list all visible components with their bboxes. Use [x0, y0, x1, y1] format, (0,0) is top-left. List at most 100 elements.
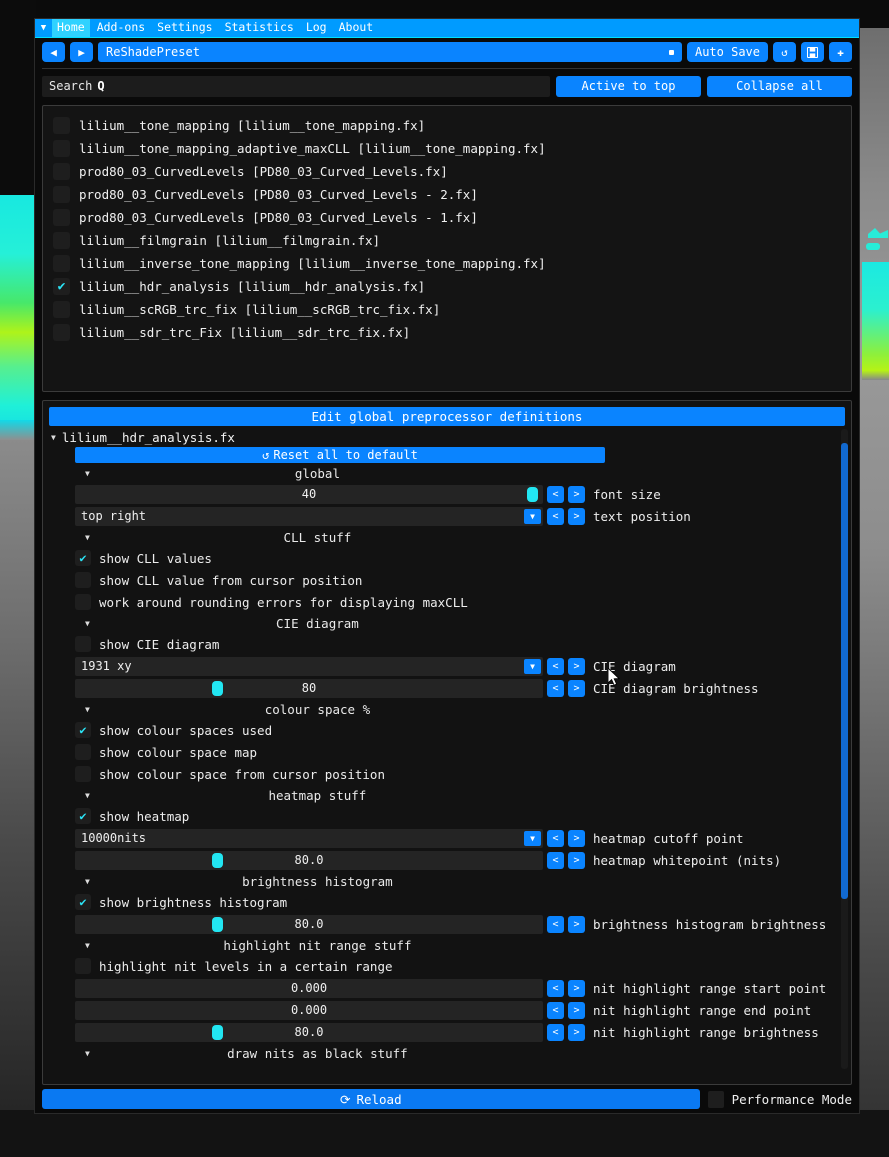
performance-mode-checkbox[interactable]: [707, 1090, 724, 1108]
row-show-colour-space-map[interactable]: show colour space map: [49, 741, 845, 763]
shader-list-item[interactable]: prod80_03_CurvedLevels [PD80_03_Curved_L…: [47, 206, 847, 229]
shader-list-item[interactable]: prod80_03_CurvedLevels [PD80_03_Curved_L…: [47, 183, 847, 206]
show-cll-cursor-checkbox[interactable]: [75, 572, 91, 588]
show-histogram-checkbox-checked[interactable]: ✔: [75, 894, 91, 910]
section-draw-black[interactable]: ▼ draw nits as black stuff: [49, 1043, 845, 1063]
shader-list-item[interactable]: lilium__filmgrain [lilium__filmgrain.fx]: [47, 229, 847, 252]
tab-statistics[interactable]: Statistics: [219, 19, 299, 37]
reset-icon[interactable]: ↺: [773, 42, 796, 62]
shader-checkbox[interactable]: [53, 301, 70, 318]
row-rounding-errors[interactable]: work around rounding errors for displayi…: [49, 591, 845, 613]
shader-list-item[interactable]: lilium__sdr_trc_Fix [lilium__sdr_trc_fix…: [47, 321, 847, 344]
shader-checkbox[interactable]: [53, 163, 70, 180]
slider-handle[interactable]: [527, 486, 538, 502]
collapse-menu-icon[interactable]: ▼: [35, 19, 52, 37]
shader-list-panel[interactable]: lilium__tone_mapping [lilium__tone_mappi…: [42, 105, 852, 392]
active-to-top-button[interactable]: Active to top: [556, 75, 701, 97]
scrollbar-thumb[interactable]: [841, 443, 848, 899]
shader-list-item[interactable]: lilium__inverse_tone_mapping [lilium__in…: [47, 252, 847, 275]
row-show-cie[interactable]: show CIE diagram: [49, 633, 845, 655]
show-colour-spaces-used-checkbox-checked[interactable]: ✔: [75, 722, 91, 738]
shader-list-item[interactable]: ✔ lilium__hdr_analysis [lilium__hdr_anal…: [47, 275, 847, 298]
histogram-brightness-increment[interactable]: >: [568, 915, 585, 933]
cie-diagram-decrement[interactable]: <: [547, 657, 564, 675]
nit-range-end-slider[interactable]: 0.000: [75, 1000, 543, 1020]
preset-name-field[interactable]: ReShadePreset: [98, 42, 682, 62]
section-colour-space[interactable]: ▼ colour space %: [49, 699, 845, 719]
rounding-errors-checkbox[interactable]: [75, 594, 91, 610]
reload-button[interactable]: ⟳ Reload: [42, 1089, 700, 1109]
shader-list-item[interactable]: prod80_03_CurvedLevels [PD80_03_Curved_L…: [47, 160, 847, 183]
row-show-cll-cursor[interactable]: show CLL value from cursor position: [49, 569, 845, 591]
nit-range-start-slider[interactable]: 0.000: [75, 978, 543, 998]
row-show-histogram[interactable]: ✔ show brightness histogram: [49, 891, 845, 913]
heatmap-whitepoint-decrement[interactable]: <: [547, 851, 564, 869]
tab-about[interactable]: About: [333, 19, 379, 37]
cie-brightness-slider[interactable]: 80: [75, 678, 543, 698]
nit-range-start-increment[interactable]: >: [568, 979, 585, 997]
shader-list-item[interactable]: lilium__scRGB_trc_fix [lilium__scRGB_trc…: [47, 298, 847, 321]
text-position-decrement[interactable]: <: [547, 507, 564, 525]
shader-checkbox[interactable]: [53, 232, 70, 249]
search-input[interactable]: Search Q: [42, 75, 550, 97]
show-colour-space-map-checkbox[interactable]: [75, 744, 91, 760]
nit-range-brightness-decrement[interactable]: <: [547, 1023, 564, 1041]
tab-home[interactable]: Home: [52, 19, 90, 37]
heatmap-whitepoint-increment[interactable]: >: [568, 851, 585, 869]
histogram-brightness-slider[interactable]: 80.0: [75, 914, 543, 934]
chevron-down-icon[interactable]: ▼: [524, 658, 541, 674]
chevron-down-icon[interactable]: ▼: [524, 830, 541, 846]
heatmap-whitepoint-slider[interactable]: 80.0: [75, 850, 543, 870]
show-cie-checkbox[interactable]: [75, 636, 91, 652]
highlight-nit-levels-checkbox[interactable]: [75, 958, 91, 974]
collapse-all-button[interactable]: Collapse all: [707, 75, 852, 97]
tab-add-ons[interactable]: Add-ons: [91, 19, 151, 37]
shader-list-item[interactable]: lilium__tone_mapping [lilium__tone_mappi…: [47, 114, 847, 137]
font-size-slider[interactable]: 40: [75, 484, 543, 504]
row-show-colour-space-cursor[interactable]: show colour space from cursor position: [49, 763, 845, 785]
definitions-scrollbar[interactable]: [841, 429, 848, 1069]
nit-range-start-decrement[interactable]: <: [547, 979, 564, 997]
slider-handle[interactable]: [212, 680, 223, 696]
cie-brightness-increment[interactable]: >: [568, 679, 585, 697]
shader-list-item[interactable]: lilium__tone_mapping_adaptive_maxCLL [li…: [47, 137, 847, 160]
slider-handle[interactable]: [212, 916, 223, 932]
section-global[interactable]: ▼ global: [49, 463, 845, 483]
shader-checkbox[interactable]: [53, 117, 70, 134]
tab-settings[interactable]: Settings: [152, 19, 218, 37]
row-show-heatmap[interactable]: ✔ show heatmap: [49, 805, 845, 827]
section-histogram[interactable]: ▼ brightness histogram: [49, 871, 845, 891]
section-highlight[interactable]: ▼ highlight nit range stuff: [49, 935, 845, 955]
cie-diagram-dropdown[interactable]: 1931 xy ▼: [75, 656, 543, 676]
shader-checkbox-checked[interactable]: ✔: [53, 278, 70, 295]
auto-save-button[interactable]: Auto Save: [686, 42, 768, 62]
section-cll[interactable]: ▼ CLL stuff: [49, 527, 845, 547]
text-position-increment[interactable]: >: [568, 507, 585, 525]
show-colour-space-cursor-checkbox[interactable]: [75, 766, 91, 782]
save-icon[interactable]: [801, 42, 824, 62]
heatmap-cutoff-increment[interactable]: >: [568, 829, 585, 847]
show-cll-values-checkbox-checked[interactable]: ✔: [75, 550, 91, 566]
shader-checkbox[interactable]: [53, 140, 70, 157]
row-show-cll-values[interactable]: ✔ show CLL values: [49, 547, 845, 569]
previous-preset-icon[interactable]: ◀: [42, 42, 65, 62]
text-position-dropdown[interactable]: top right ▼: [75, 506, 543, 526]
section-heatmap[interactable]: ▼ heatmap stuff: [49, 785, 845, 805]
font-size-increment[interactable]: >: [568, 485, 585, 503]
next-preset-icon[interactable]: ▶: [70, 42, 93, 62]
edit-global-preprocessor-button[interactable]: Edit global preprocessor definitions: [49, 407, 845, 426]
histogram-brightness-decrement[interactable]: <: [547, 915, 564, 933]
shader-checkbox[interactable]: [53, 324, 70, 341]
slider-handle[interactable]: [212, 852, 223, 868]
shader-checkbox[interactable]: [53, 186, 70, 203]
heatmap-cutoff-dropdown[interactable]: 10000nits ▼: [75, 828, 543, 848]
shader-checkbox[interactable]: [53, 209, 70, 226]
cie-brightness-decrement[interactable]: <: [547, 679, 564, 697]
tab-log[interactable]: Log: [300, 19, 332, 37]
nit-range-end-decrement[interactable]: <: [547, 1001, 564, 1019]
add-preset-icon[interactable]: ✚: [829, 42, 852, 62]
reset-all-to-default-button[interactable]: ↺ Reset all to default: [75, 447, 605, 463]
nit-range-brightness-slider[interactable]: 80.0: [75, 1022, 543, 1042]
font-size-decrement[interactable]: <: [547, 485, 564, 503]
nit-range-end-increment[interactable]: >: [568, 1001, 585, 1019]
